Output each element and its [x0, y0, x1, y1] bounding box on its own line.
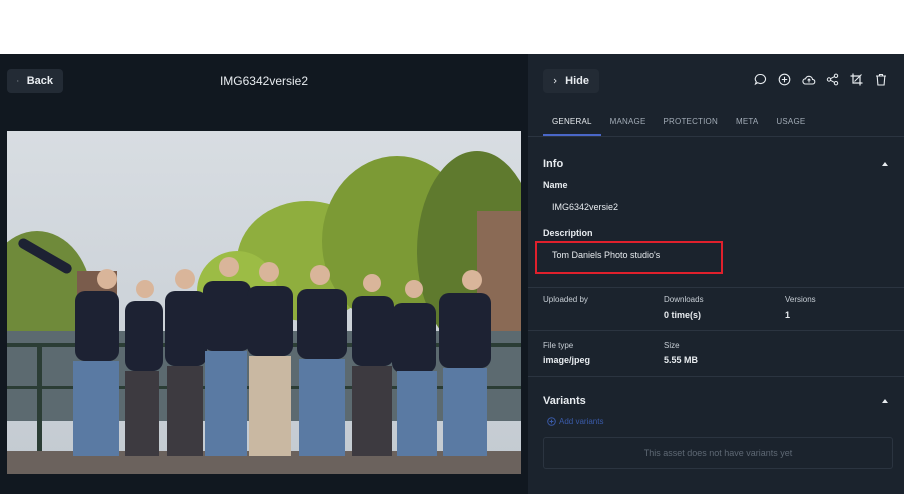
description-label: Description [543, 228, 593, 238]
add-circle-icon [547, 417, 556, 426]
details-panel: Hide GENERAL MANAGE PROTECTION META USAG… [528, 54, 904, 494]
variants-section-title: Variants [543, 395, 586, 407]
name-value[interactable]: IMG6342versie2 [552, 202, 618, 212]
versions-value: 1 [785, 310, 791, 320]
name-label: Name [543, 180, 568, 190]
image-viewer: Back IMG6342versie2 [0, 54, 528, 494]
share-icon[interactable] [825, 72, 840, 87]
file-type-label: File type [543, 341, 574, 350]
trash-icon[interactable] [873, 72, 888, 87]
info-divider [528, 287, 904, 288]
hide-label: Hide [565, 75, 589, 87]
detail-tabs: GENERAL MANAGE PROTECTION META USAGE [543, 110, 814, 136]
asset-photo [7, 131, 521, 474]
info-section-title: Info [543, 158, 564, 170]
asset-detail-view: Back IMG6342versie2 Hide GENERAL MANAGE … [0, 54, 904, 494]
downloads-label: Downloads [664, 295, 704, 304]
file-divider [528, 376, 904, 377]
description-value[interactable]: Tom Daniels Photo studio's [552, 250, 660, 260]
file-type-value: image/jpeg [543, 355, 591, 365]
crop-icon[interactable] [849, 72, 864, 87]
tab-manage[interactable]: MANAGE [601, 110, 655, 136]
chevron-right-icon [553, 78, 557, 84]
versions-label: Versions [785, 295, 816, 304]
tab-usage[interactable]: USAGE [767, 110, 814, 136]
photo-illustration [7, 131, 521, 474]
hide-panel-button[interactable]: Hide [543, 69, 599, 93]
add-variants-label: Add variants [559, 417, 604, 426]
cloud-upload-icon[interactable] [801, 72, 816, 87]
tab-general[interactable]: GENERAL [543, 110, 601, 136]
add-circle-icon[interactable] [777, 72, 792, 87]
variants-empty-state: This asset does not have variants yet [543, 437, 893, 469]
variants-collapse-icon[interactable] [882, 399, 888, 403]
downloads-value: 0 time(s) [664, 310, 702, 320]
asset-title: IMG6342versie2 [219, 74, 309, 88]
uploaded-by-label: Uploaded by [543, 295, 588, 304]
comment-icon[interactable] [753, 72, 768, 87]
size-label: Size [664, 341, 680, 350]
info-collapse-icon[interactable] [882, 162, 888, 166]
tab-meta[interactable]: META [727, 110, 767, 136]
tabs-divider [528, 136, 904, 137]
asset-toolbar [753, 72, 888, 87]
tab-protection[interactable]: PROTECTION [655, 110, 727, 136]
add-variants-button[interactable]: Add variants [547, 417, 603, 426]
stats-divider [528, 330, 904, 331]
size-value: 5.55 MB [664, 355, 699, 365]
